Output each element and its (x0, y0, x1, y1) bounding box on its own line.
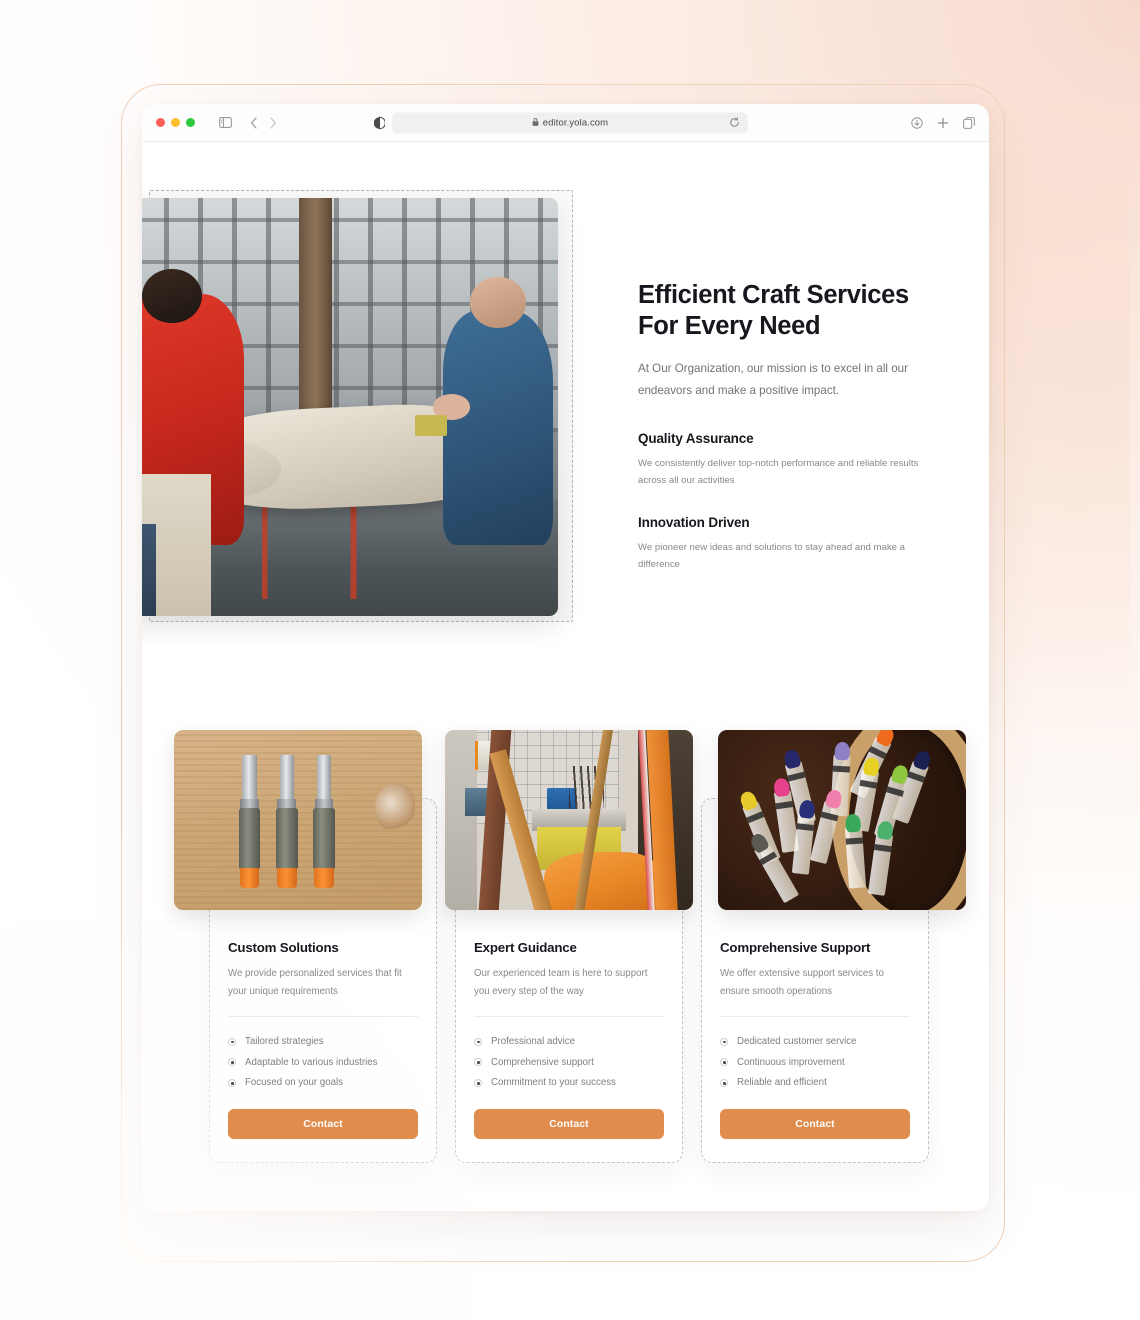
window-traffic-lights[interactable] (156, 118, 195, 127)
feature-text: We consistently deliver top-notch perfor… (638, 458, 919, 487)
bullet-dot-icon (228, 1058, 236, 1067)
list-item: Reliable and efficient (720, 1073, 910, 1094)
bullet-dot-icon (720, 1079, 728, 1088)
feature-text: We pioneer new ideas and solutions to st… (638, 541, 906, 570)
list-item-label: Continuous improvement (737, 1056, 845, 1068)
card-title: Comprehensive Support (720, 940, 871, 955)
feature-quality-assurance: Quality Assurance We consistently delive… (638, 431, 924, 490)
card-body: Expert Guidance Our experienced team is … (474, 940, 664, 1140)
list-item-label: Tailored strategies (245, 1035, 324, 1047)
list-item: Professional advice (474, 1031, 664, 1052)
card-bullet-list: Dedicated customer service Continuous im… (720, 1031, 910, 1093)
list-item-label: Reliable and efficient (737, 1077, 827, 1089)
bullet-dot-icon (720, 1037, 728, 1046)
card-description: We offer extensive support services to e… (720, 968, 884, 997)
card-bullet-list: Professional advice Comprehensive suppor… (474, 1031, 664, 1093)
page-title: Efficient Craft Services For Every Need (638, 281, 909, 340)
forward-chevron-icon[interactable] (269, 116, 277, 129)
list-item: Focused on your goals (228, 1073, 418, 1094)
card-description: Our experienced team is here to support … (474, 968, 648, 997)
site-viewport: Efficient Craft Services For Every Need … (142, 142, 989, 1211)
hero-copy: Efficient Craft Services For Every Need … (638, 280, 924, 573)
new-tab-plus-icon[interactable] (937, 117, 949, 129)
list-item-label: Adaptable to various industries (245, 1056, 378, 1068)
close-window-button[interactable] (156, 118, 165, 127)
feature-heading: Innovation Driven (638, 514, 750, 530)
divider (228, 1016, 418, 1018)
bullet-dot-icon (474, 1058, 482, 1067)
list-item-label: Comprehensive support (491, 1056, 594, 1068)
bullet-dot-icon (228, 1079, 236, 1088)
list-item-label: Professional advice (491, 1035, 576, 1047)
list-item-label: Dedicated customer service (737, 1035, 857, 1047)
list-item: Continuous improvement (720, 1052, 910, 1073)
contact-button[interactable]: Contact (228, 1109, 418, 1140)
divider (720, 1016, 910, 1018)
sidebar-toggle-icon[interactable] (219, 117, 232, 128)
card-image[interactable] (718, 730, 966, 910)
list-item: Commitment to your success (474, 1073, 664, 1094)
card-image[interactable] (445, 730, 693, 910)
lock-icon (532, 114, 539, 132)
list-item: Tailored strategies (228, 1031, 418, 1052)
tab-overview-icon[interactable] (963, 116, 975, 129)
contact-button[interactable]: Contact (720, 1109, 910, 1140)
list-item-label: Commitment to your success (491, 1077, 616, 1089)
feature-innovation-driven: Innovation Driven We pioneer new ideas a… (638, 515, 924, 574)
feature-heading: Quality Assurance (638, 431, 754, 447)
reload-icon[interactable] (729, 117, 740, 128)
list-item: Adaptable to various industries (228, 1052, 418, 1073)
minimize-window-button[interactable] (171, 118, 180, 127)
toolbar-right-actions (911, 116, 975, 129)
browser-window: editor.yola.com Efficient Craft Services… (142, 104, 989, 1211)
divider (474, 1016, 664, 1018)
card-title: Custom Solutions (228, 940, 339, 955)
bullet-dot-icon (228, 1037, 236, 1046)
reader-mode-icon[interactable] (374, 116, 385, 129)
card-description: We provide personalized services that fi… (228, 968, 402, 997)
card-body: Custom Solutions We provide personalized… (228, 940, 418, 1140)
card-image[interactable] (174, 730, 422, 910)
hero-subtitle: At Our Organization, our mission is to e… (638, 362, 908, 397)
bullet-dot-icon (720, 1058, 728, 1067)
page-backdrop: editor.yola.com Efficient Craft Services… (0, 0, 1140, 1320)
service-cards-section: Custom Solutions We provide personalized… (142, 730, 989, 1200)
list-item-label: Focused on your goals (245, 1077, 344, 1089)
nav-arrows[interactable] (250, 116, 277, 129)
browser-toolbar: editor.yola.com (142, 104, 989, 142)
contact-button[interactable]: Contact (474, 1109, 664, 1140)
card-title: Expert Guidance (474, 940, 577, 955)
list-item: Comprehensive support (474, 1052, 664, 1073)
maximize-window-button[interactable] (186, 118, 195, 127)
url-bar[interactable]: editor.yola.com (392, 112, 748, 133)
bullet-dot-icon (474, 1079, 482, 1088)
list-item: Dedicated customer service (720, 1031, 910, 1052)
url-text: editor.yola.com (542, 117, 609, 128)
downloads-icon[interactable] (911, 116, 923, 129)
card-body: Comprehensive Support We offer extensive… (720, 940, 910, 1140)
bullet-dot-icon (474, 1037, 482, 1046)
back-chevron-icon[interactable] (250, 116, 258, 129)
card-bullet-list: Tailored strategies Adaptable to various… (228, 1031, 418, 1093)
hero-image[interactable] (142, 198, 558, 616)
